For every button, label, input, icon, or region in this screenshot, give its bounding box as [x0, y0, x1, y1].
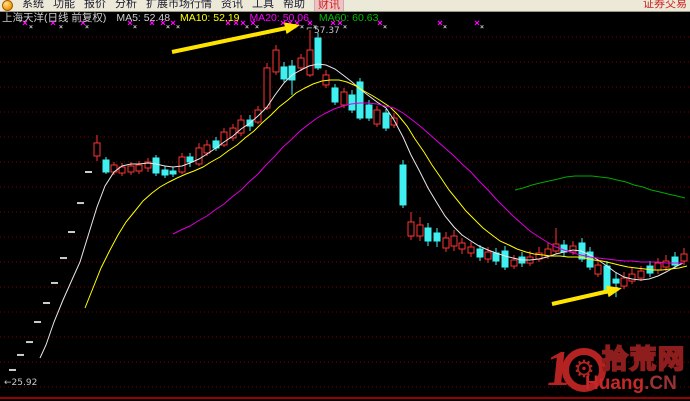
candle-up [450, 235, 458, 247]
candle-down [186, 156, 194, 163]
candle-up [484, 251, 492, 260]
ma5-value: MA5: 52.48 [116, 12, 171, 24]
candle-up [654, 262, 662, 271]
candle-up [127, 165, 135, 173]
candle-down [424, 227, 432, 242]
watermark-site-name-en: Huang.CN [585, 373, 677, 394]
candle-down [152, 157, 160, 174]
candle-down [161, 169, 169, 176]
bottom-arrow [551, 285, 622, 306]
candle-down [433, 232, 441, 242]
candle-up [467, 246, 475, 254]
candle-up [297, 57, 305, 69]
ma10-value: MA10: 52.19 [179, 12, 240, 24]
candle-up [272, 49, 280, 73]
signal-marker-white: × [480, 23, 484, 31]
signal-marker-white: × [85, 23, 89, 31]
ma20-value: MA20: 50.06 [249, 12, 309, 24]
signal-marker-white: × [300, 23, 304, 31]
signal-marker-white: × [166, 23, 170, 31]
candle-up [442, 237, 450, 249]
ma60-value: MA60: 60.63 [318, 12, 379, 24]
candle-up [178, 156, 186, 173]
signal-marker-white: × [29, 23, 33, 31]
candle-down [169, 170, 177, 175]
tdx-app-window: 系统 功能 报价 分析 扩展市场行情 资讯 工具 帮助 财讯 证券交易 上海天洋… [0, 0, 690, 401]
candle-up [628, 273, 636, 282]
candle-up [662, 260, 670, 268]
candle-down [280, 66, 288, 80]
candle-up [135, 164, 143, 172]
candle-up [594, 264, 602, 275]
kline-chart-svg[interactable]: × × × × × × × × × × × × × × × × × × × ×× × × × × × × × × × × × × ×⌐ 57.37… [0, 0, 690, 401]
candle-down [603, 265, 611, 292]
signal-marker-white: × [245, 23, 249, 31]
candle-down [314, 37, 322, 69]
signal-marker-white: × [383, 23, 387, 31]
watermark-site-name-cn: 拾荒网 [601, 343, 687, 375]
signal-marker-white: × [443, 23, 447, 31]
signal-marker-white: × [343, 23, 347, 31]
candle-up [510, 259, 518, 267]
candle-up [416, 224, 424, 237]
candle-up [637, 270, 645, 279]
candle-up [263, 67, 271, 109]
candle-up [620, 277, 628, 287]
signal-marker-white: × [255, 23, 259, 31]
stock-title: 上海天洋(日线 前复权) [2, 12, 107, 24]
candle-down [102, 159, 110, 173]
candle-up [680, 253, 688, 262]
price-label: 57.37 [314, 26, 340, 36]
watermark: 1 ⚙ 拾荒网 Huang.CN [543, 340, 690, 398]
candle-down [476, 248, 484, 258]
candle-down [612, 278, 620, 284]
candle-up [373, 109, 381, 125]
kline-chart-panel[interactable]: 上海天洋(日线 前复权) MA5: 52.48 MA10: 52.19 MA20… [0, 12, 690, 401]
candle-down [365, 104, 373, 119]
candle-up [407, 221, 415, 237]
price-label: ←25.92 [4, 378, 37, 388]
candle-down [671, 256, 679, 266]
candle-up [93, 142, 101, 157]
peak-arrow [171, 22, 300, 54]
candle-down [348, 94, 356, 111]
price-label: ⌐ [306, 24, 313, 33]
candle-up [306, 49, 314, 76]
candle-up [203, 144, 211, 154]
candle-up [195, 147, 203, 165]
signal-marker-white: × [59, 23, 63, 31]
candle-down [331, 87, 339, 103]
candle-down [399, 164, 407, 206]
signal-marker-white: × [133, 23, 137, 31]
candle-down [501, 250, 509, 268]
candle-up [458, 242, 466, 250]
candle-up [340, 91, 348, 106]
chart-title-bar: 上海天洋(日线 前复权) MA5: 52.48 MA10: 52.19 MA20… [2, 12, 385, 24]
candle-down [288, 65, 296, 81]
signal-marker-white: × [176, 23, 180, 31]
candle-down [382, 112, 390, 129]
candle-up [569, 245, 577, 253]
